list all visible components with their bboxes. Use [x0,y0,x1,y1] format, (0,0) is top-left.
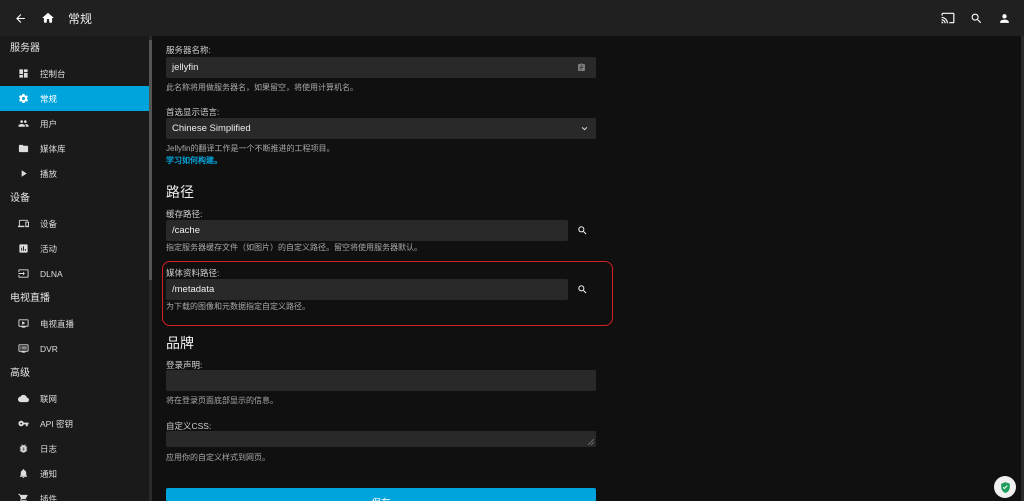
bell-icon [17,468,29,480]
cache-path-label: 缓存路径: [166,209,203,219]
sidebar-item-logs[interactable]: 日志 [0,436,150,461]
cast-icon [941,12,955,24]
save-button[interactable]: 保存 [166,488,596,501]
sidebar-item-devices[interactable]: 设备 [0,211,150,236]
paths-heading: 路径 [166,184,194,200]
sidebar-section-advanced: 高级 [10,368,30,379]
sidebar-item-notifications[interactable]: 通知 [0,461,150,486]
login-disclaimer-help: 将在登录页面底部显示的信息。 [166,396,278,405]
sidebar-item-label: 通知 [40,468,58,479]
server-name-input[interactable]: jellyfin [166,57,596,78]
sidebar-section-livetv: 电视直播 [10,293,50,304]
play-icon [17,168,29,180]
shield-badge[interactable] [994,476,1016,498]
cart-icon [17,493,29,501]
sidebar-item-dlna[interactable]: DLNA [0,261,150,286]
sidebar-item-label: API 密钥 [40,418,74,429]
bug-icon [17,443,29,455]
back-button[interactable] [6,4,34,32]
search-icon [971,13,981,23]
sidebar-item-libraries[interactable]: 媒体库 [0,136,150,161]
sidebar: 服务器 控制台 常规 用户 媒体库 播放 设备 设备 活动 DLNA 电视直播 … [0,36,150,501]
person-icon [999,13,1009,23]
sidebar-item-label: 控制台 [40,68,66,79]
clipboard-icon [578,63,585,71]
sidebar-scrollbar-thumb[interactable] [149,40,152,280]
home-button[interactable] [34,4,62,32]
sidebar-item-activity[interactable]: 活动 [0,236,150,261]
devices-icon [17,218,29,230]
sidebar-item-api-keys[interactable]: API 密钥 [0,411,150,436]
cast-button[interactable] [934,4,962,32]
learn-translate-link[interactable]: 学习如何构建。 [166,155,222,166]
language-label: 首选显示语言: [166,107,220,117]
input-icon [17,268,29,280]
page-title: 常规 [68,11,93,26]
user-button[interactable] [990,4,1018,32]
arrow-left-icon [15,13,25,23]
home-icon [42,12,54,23]
sidebar-section-server: 服务器 [10,43,40,54]
live-tv-icon [17,318,29,330]
shield-check-icon [1000,481,1010,493]
key-icon [17,418,29,430]
cache-path-browse-button[interactable] [571,219,593,241]
metadata-path-highlight [162,261,613,326]
server-name-label: 服务器名称: [166,45,211,55]
custom-css-textarea[interactable] [166,431,596,447]
sidebar-item-label: 播放 [40,168,58,179]
server-name-value: jellyfin [172,62,199,73]
sidebar-item-networking[interactable]: 联网 [0,386,150,411]
sidebar-item-label: 日志 [40,443,58,454]
sidebar-item-users[interactable]: 用户 [0,111,150,136]
cache-path-help: 指定服务器缓存文件（如图片）的自定义路径。留空将使用服务器默认。 [166,243,422,252]
server-name-help: 此名称将用做服务器名，如果留空，将使用计算机名。 [166,83,358,92]
sidebar-item-playback[interactable]: 播放 [0,161,150,186]
language-help: Jellyfin的翻译工作是一个不断推进的工程项目。 [166,144,335,153]
sidebar-item-label: DVR [40,343,58,354]
sidebar-item-general[interactable]: 常规 [0,86,150,111]
sidebar-item-dvr[interactable]: DVR [0,336,150,361]
gear-icon [17,93,29,105]
language-select[interactable]: Chinese Simplified [166,118,596,139]
sidebar-item-livetv[interactable]: 电视直播 [0,311,150,336]
cache-path-input[interactable]: /cache [166,220,568,241]
folder-icon [17,143,29,155]
users-icon [17,118,29,130]
dvr-icon [17,343,29,355]
sidebar-item-label: 用户 [40,118,58,129]
activity-icon [17,243,29,255]
language-value: Chinese Simplified [172,123,251,134]
sidebar-item-label: 电视直播 [40,318,75,329]
sidebar-item-label: 媒体库 [40,143,66,154]
sidebar-item-label: 常规 [40,93,58,104]
sidebar-section-devices: 设备 [10,193,30,204]
resize-handle-icon[interactable] [588,439,594,445]
cache-path-value: /cache [172,225,200,236]
chevron-down-icon [581,126,588,131]
sidebar-item-label: 联网 [40,393,58,404]
sidebar-item-label: DLNA [40,268,63,279]
dashboard-icon [17,68,29,80]
sidebar-item-dashboard[interactable]: 控制台 [0,61,150,86]
sidebar-item-plugins[interactable]: 插件 [0,486,150,501]
login-disclaimer-input[interactable] [166,370,596,391]
search-icon [577,225,586,234]
cloud-icon [17,393,29,405]
search-button[interactable] [962,4,990,32]
branding-heading: 品牌 [166,335,194,351]
sidebar-item-label: 设备 [40,218,58,229]
sidebar-item-label: 活动 [40,243,58,254]
sidebar-item-label: 插件 [40,493,58,501]
custom-css-help: 应用你的自定义样式到网页。 [166,453,270,462]
app-header: 常规 [0,0,1024,36]
